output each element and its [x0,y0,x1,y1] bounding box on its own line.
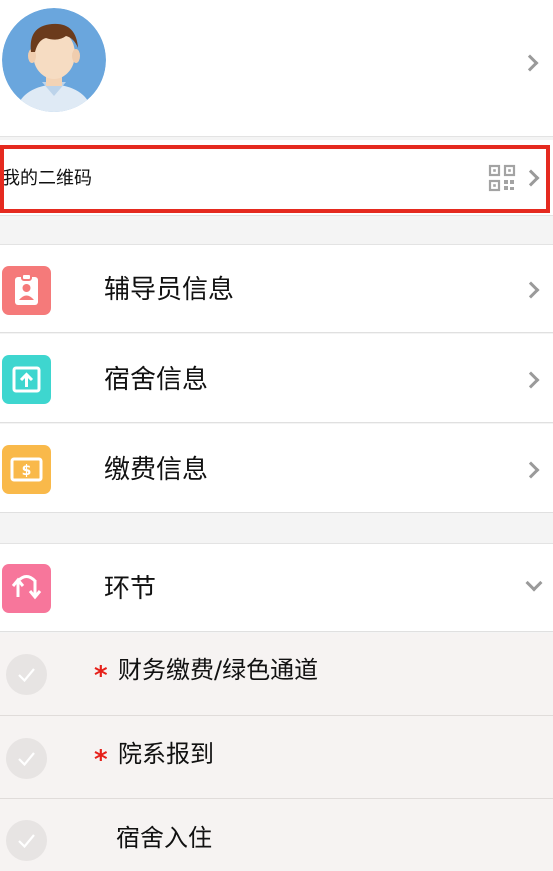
step-row-department-registration[interactable]: * 院系报到 [0,716,553,799]
stages-section-header[interactable]: 环节 [0,543,553,632]
swap-arrows-icon [2,564,51,613]
menu-item-counselor-info[interactable]: 辅导员信息 [0,244,553,333]
menu-item-label: 辅导员信息 [104,275,235,305]
qr-code-icon [488,164,516,192]
menu-item-label: 缴费信息 [104,455,209,485]
menu-item-dorm-info[interactable]: 宿舍信息 [0,334,553,423]
profile-header[interactable] [0,0,553,137]
chevron-right-icon [522,371,540,389]
step-label: 宿舍入住 [116,824,212,852]
chevron-right-icon [521,54,539,72]
step-label: 院系报到 [118,740,214,768]
chevron-down-icon [525,574,543,592]
step-row-dorm-check-in[interactable]: 宿舍入住 [0,799,553,871]
menu-item-label: 宿舍信息 [104,365,209,395]
required-star: * [94,745,108,775]
user-avatar-icon[interactable] [2,8,106,112]
menu-item-payment-info[interactable]: $ 缴费信息 [0,424,553,513]
student-profile-page: 我的二维码 辅导员信息 宿舍信息 $ 缴费信息 环节 * 财务缴费/绿色通道 *… [0,0,553,871]
my-qr-code-label: 我的二维码 [2,168,92,189]
step-label: 财务缴费/绿色通道 [118,656,319,684]
chevron-right-icon [522,461,540,479]
check-circle-icon [6,820,47,861]
svg-text:$: $ [22,463,32,479]
step-row-finance-payment[interactable]: * 财务缴费/绿色通道 [0,633,553,716]
required-star: * [94,661,108,691]
stages-label: 环节 [104,574,157,604]
check-circle-icon [6,654,47,695]
money-icon: $ [2,445,51,494]
check-circle-icon [6,738,47,779]
chevron-right-icon [522,281,540,299]
badge-icon [2,266,51,315]
upload-box-icon [2,355,51,404]
